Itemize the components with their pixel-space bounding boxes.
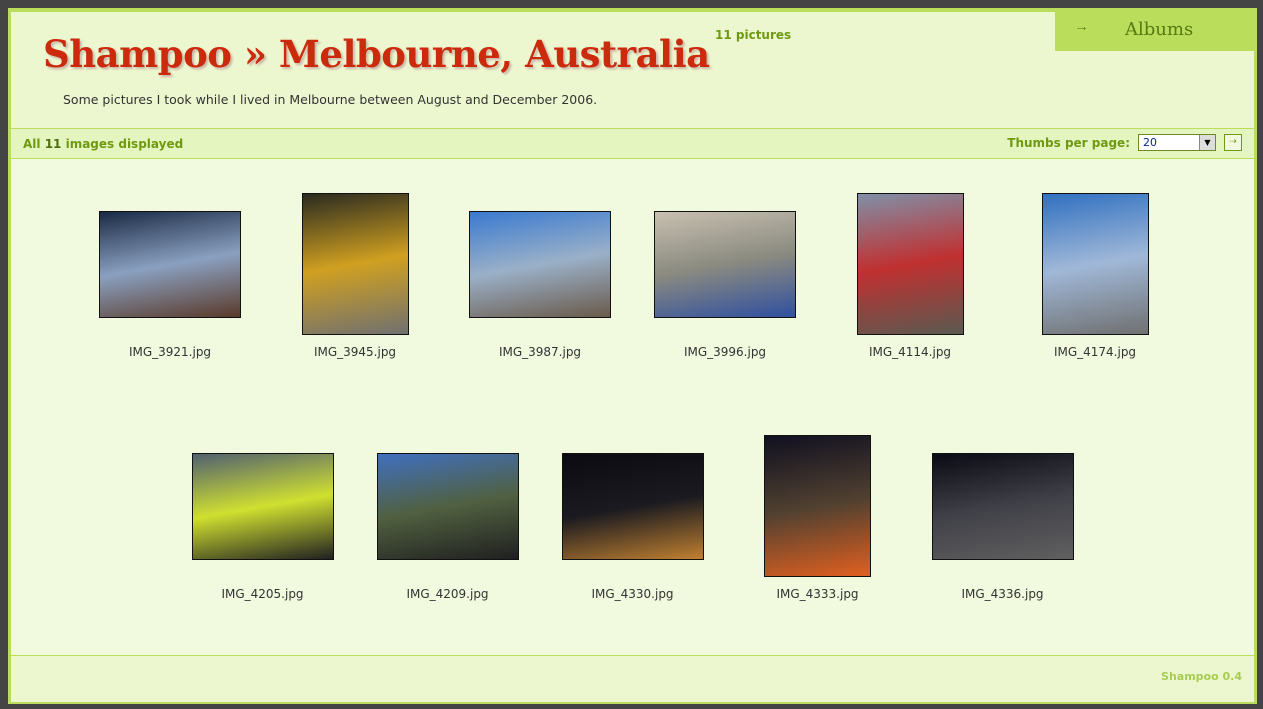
thumbnail-image[interactable] — [856, 193, 964, 335]
thumbnail-item[interactable]: IMG_4209.jpg — [355, 404, 540, 646]
arrow-right-icon: ⇢ — [1077, 22, 1087, 35]
thumbnail-frame — [540, 431, 725, 581]
thumbnail-item[interactable]: IMG_3996.jpg — [633, 162, 818, 404]
page-frame: Shampoo » Melbourne, Australia 11 pictur… — [8, 8, 1257, 704]
thumbnail-caption[interactable]: IMG_4336.jpg — [910, 587, 1095, 601]
thumbs-per-page-select[interactable]: 20 ▼ — [1138, 134, 1216, 151]
thumbnail-image[interactable] — [376, 452, 519, 560]
thumbnail-frame — [910, 431, 1095, 581]
header: Shampoo » Melbourne, Australia 11 pictur… — [11, 12, 1254, 129]
page-title: Shampoo » Melbourne, Australia — [43, 32, 710, 76]
thumbnail-image[interactable] — [469, 210, 611, 318]
thumbnail-image[interactable] — [654, 210, 796, 318]
thumbnail-caption[interactable]: IMG_4174.jpg — [1003, 345, 1188, 359]
thumbnail-frame — [355, 431, 540, 581]
thumbnail-item[interactable]: IMG_4205.jpg — [170, 404, 355, 646]
thumbnail-image[interactable] — [99, 210, 241, 318]
thumbnail-image[interactable] — [561, 452, 704, 560]
thumbnail-image[interactable] — [931, 452, 1074, 560]
thumbnail-caption[interactable]: IMG_3945.jpg — [263, 345, 448, 359]
all-label: All — [23, 137, 41, 151]
chevron-down-icon[interactable]: ▼ — [1199, 135, 1215, 150]
thumbnail-caption[interactable]: IMG_4205.jpg — [170, 587, 355, 601]
thumbnail-item[interactable]: IMG_3987.jpg — [448, 162, 633, 404]
thumbs-per-page-value: 20 — [1143, 136, 1157, 149]
thumbnail-caption[interactable]: IMG_4114.jpg — [818, 345, 1003, 359]
thumbnail-image[interactable] — [764, 435, 871, 577]
thumbnail-item[interactable]: IMG_4336.jpg — [910, 404, 1095, 646]
thumbnail-frame — [263, 189, 448, 339]
footer: Shampoo 0.4 — [11, 655, 1254, 702]
displayed-label: images displayed — [65, 137, 184, 151]
thumbnail-caption[interactable]: IMG_3996.jpg — [633, 345, 818, 359]
thumbnail-caption[interactable]: IMG_4330.jpg — [540, 587, 725, 601]
thumbnail-item[interactable]: IMG_3945.jpg — [263, 162, 448, 404]
thumbnail-item[interactable]: IMG_4333.jpg — [725, 404, 910, 646]
image-count: 11 — [44, 137, 62, 151]
thumbnail-caption[interactable]: IMG_3921.jpg — [78, 345, 263, 359]
thumbnail-caption[interactable]: IMG_3987.jpg — [448, 345, 633, 359]
thumbnail-image[interactable] — [301, 193, 409, 335]
thumbnail-frame — [818, 189, 1003, 339]
images-displayed-status: All 11 images displayed — [23, 137, 183, 151]
thumbnail-row: IMG_4205.jpg IMG_4209.jpg IMG_4330.jpg IMG_… — [11, 404, 1254, 646]
thumbnail-row: IMG_3921.jpg IMG_3945.jpg IMG_3987.jpg IMG_… — [11, 162, 1254, 404]
thumbnail-caption[interactable]: IMG_4209.jpg — [355, 587, 540, 601]
thumbnail-frame — [725, 431, 910, 581]
albums-link[interactable]: ⇢ Albums — [1055, 12, 1254, 51]
thumbnail-item[interactable]: IMG_4174.jpg — [1003, 162, 1188, 404]
thumbnail-caption[interactable]: IMG_4333.jpg — [725, 587, 910, 601]
thumbs-per-page-label: Thumbs per page: — [1007, 135, 1130, 150]
toolbar: All 11 images displayed Thumbs per page:… — [11, 129, 1254, 159]
thumbnail-frame — [78, 189, 263, 339]
thumbnail-frame — [170, 431, 355, 581]
thumbnail-image[interactable] — [191, 452, 334, 560]
go-button[interactable]: ⇢ — [1224, 134, 1242, 151]
albums-label: Albums — [1125, 19, 1194, 40]
thumbnail-item[interactable]: IMG_4114.jpg — [818, 162, 1003, 404]
thumbnail-frame — [633, 189, 818, 339]
thumbnail-gallery: IMG_3921.jpg IMG_3945.jpg IMG_3987.jpg IMG_… — [11, 162, 1254, 646]
version-label: Shampoo 0.4 — [1161, 670, 1242, 683]
thumbnail-image[interactable] — [1041, 193, 1149, 335]
thumbnail-item[interactable]: IMG_3921.jpg — [78, 162, 263, 404]
thumbnail-item[interactable]: IMG_4330.jpg — [540, 404, 725, 646]
picture-count: 11 pictures — [715, 28, 792, 42]
thumbnail-frame — [448, 189, 633, 339]
thumbnail-frame — [1003, 189, 1188, 339]
album-description: Some pictures I took while I lived in Me… — [63, 92, 598, 107]
